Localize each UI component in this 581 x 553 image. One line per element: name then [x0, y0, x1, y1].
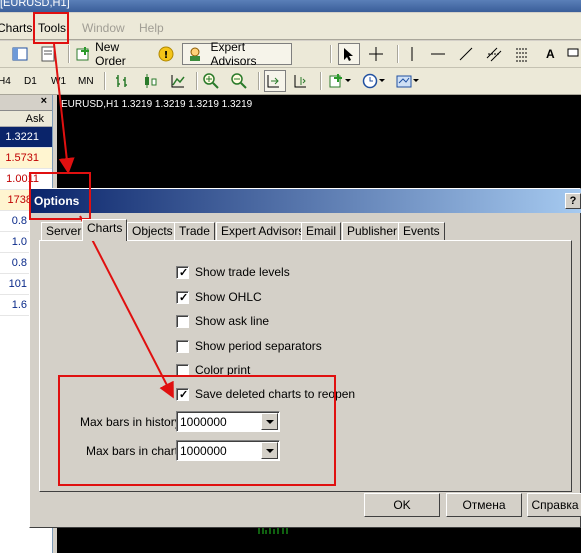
arrow-to-max-bars	[79, 215, 174, 399]
annotation-arrows	[53, 43, 174, 399]
tab-charts[interactable]: Charts	[82, 219, 128, 241]
arrow-to-options	[53, 43, 75, 174]
